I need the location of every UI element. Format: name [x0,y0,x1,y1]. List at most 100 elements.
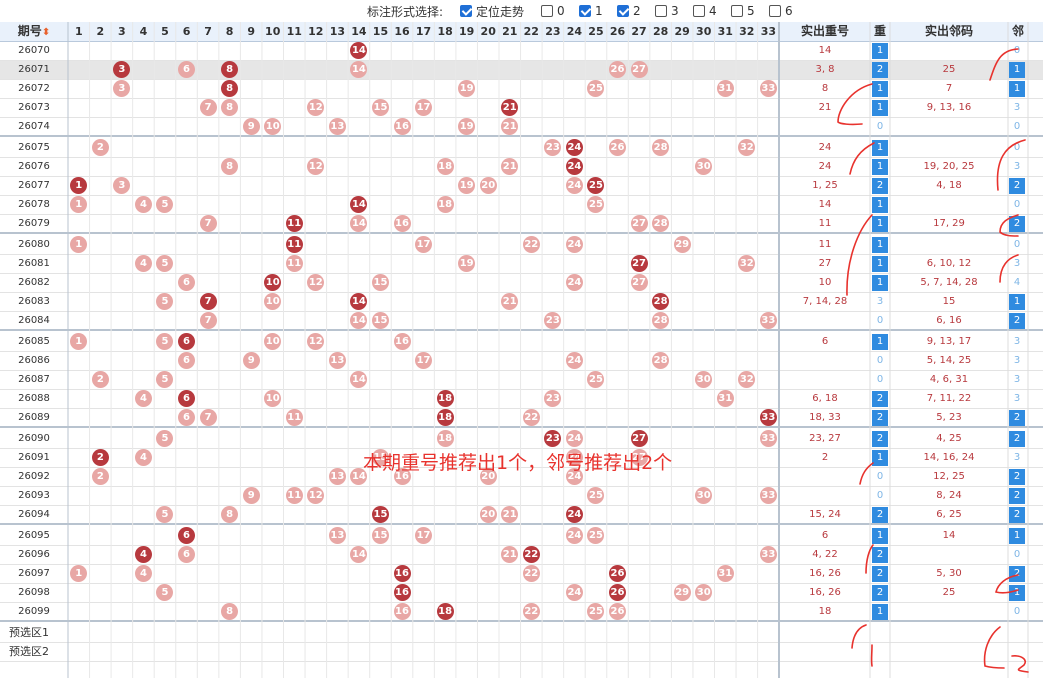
checkbox-icon[interactable] [769,5,781,17]
option-trend[interactable]: 定位走势 [460,3,524,19]
repeat-count-box: 1 [872,604,888,620]
number-header-24: 24 [566,25,583,38]
period-cell: 26095 [18,530,50,541]
neighbor-count-box: 1 [1009,528,1025,544]
neighbor-out-cell: 7 [945,83,953,94]
neighbor-out-cell: 25 [942,587,956,598]
number-ball: 5 [156,293,174,310]
option-2-label: 2 [633,4,641,18]
neighbor-out-cell [890,118,1008,136]
neighbor-count-box: 0 [1013,142,1021,153]
option-1-label: 1 [595,4,603,18]
number-ball: 25 [587,371,605,388]
number-ball: 11 [285,236,303,253]
period-cell: 26089 [18,412,50,423]
number-ball: 4 [134,546,152,563]
neighbor-out-cell: 6, 10, 12 [926,258,972,269]
neighbor-out-cell: 6, 25 [936,509,962,520]
number-ball: 26 [609,139,627,156]
option-4[interactable]: 4 [693,3,717,19]
repeat-count-box: 2 [872,566,888,582]
repeat-count-box: 2 [872,585,888,601]
number-ball: 8 [221,506,239,523]
neighbor-out-cell: 4, 18 [936,180,962,191]
option-3[interactable]: 3 [655,3,679,19]
option-5[interactable]: 5 [731,3,755,19]
number-ball: 24 [565,158,583,175]
repeat-count-box: 0 [876,121,884,132]
repeat-out-cell [780,468,870,486]
period-cell: 26088 [18,393,50,404]
number-header-5: 5 [161,25,169,38]
neighbor-out-cell [890,139,1008,157]
number-ball: 18 [436,196,454,213]
option-6[interactable]: 6 [769,3,793,19]
repeat-out-cell: 4, 22 [812,549,838,560]
option-2[interactable]: 2 [617,3,641,19]
number-header-21: 21 [502,25,518,38]
checkbox-checked-icon[interactable] [579,5,591,17]
number-ball: 16 [393,118,411,135]
number-ball: 33 [759,409,777,426]
number-ball: 18 [436,158,454,175]
table-row: 26095 6 13 15 17 24 25 6 1 14 1 [0,527,1043,546]
option-1[interactable]: 1 [579,3,603,19]
table-row: 26088 4 6 10 18 23 31 6, 18 2 7, 11, 22 3 [0,390,1043,409]
table-header: 期号⬍ 1 2 3 4 5 6 7 8 9 10 11 12 13 14 15 16 17 18 19 20 21 22 2… [0,22,1043,42]
neighbor-out-cell: 14, 16, 24 [923,452,975,463]
preset-row[interactable]: 预选区1 [0,624,1043,643]
number-ball: 12 [307,333,325,350]
table-row: 26082 6 10 12 15 24 27 10 1 5, 7, 14, 28 4 [0,274,1043,293]
repeat-out-cell: 7, 14, 28 [802,296,848,307]
sort-arrows-icon[interactable]: ⬍ [42,27,50,38]
option-0[interactable]: 0 [541,3,565,19]
repeat-out-cell: 6 [821,336,829,347]
number-ball: 10 [264,333,282,350]
number-header-7: 7 [204,25,212,38]
number-ball: 13 [328,468,346,485]
preset-label: 预选区1 [9,626,49,639]
checkbox-checked-icon[interactable] [460,5,472,17]
number-ball: 30 [695,371,713,388]
period-cell: 26091 [18,452,50,463]
marking-options-bar: 标注形式选择: 定位走势 0 1 2 3 4 5 6 [0,0,1043,22]
repeat-out-cell: 10 [818,277,832,288]
repeat-count-box: 0 [876,374,884,385]
checkbox-icon[interactable] [541,5,553,17]
number-ball: 19 [458,255,476,272]
neighbor-out-cell: 14 [942,530,956,541]
number-ball: 21 [501,118,519,135]
repeat-count-box: 2 [872,178,888,194]
repeat-count-box: 0 [876,471,884,482]
number-ball: 24 [565,527,583,544]
number-ball: 14 [350,546,368,563]
neighbor-out-cell: 5, 30 [936,568,962,579]
period-cell: 26087 [18,374,50,385]
number-header-4: 4 [139,25,148,38]
checkbox-icon[interactable] [731,5,743,17]
number-header-6: 6 [182,25,191,38]
period-header[interactable]: 期号⬍ [0,22,68,41]
number-ball: 20 [479,506,497,523]
number-ball: 21 [501,158,519,175]
neighbor-out-cell: 15 [942,296,956,307]
checkbox-icon[interactable] [655,5,667,17]
neighbor-count-box: 0 [1013,121,1021,132]
table-row: 26073 7 8 12 15 17 21 21 1 9, 13, 16 3 [0,99,1043,118]
period-cell: 26077 [18,180,50,191]
number-ball: 20 [479,177,497,194]
period-cell: 26084 [18,315,50,326]
number-ball: 14 [350,42,368,59]
checkbox-checked-icon[interactable] [617,5,629,17]
number-header-22: 22 [523,25,539,38]
preset-label: 预选区2 [9,645,49,658]
number-ball: 5 [156,371,174,388]
checkbox-icon[interactable] [693,5,705,17]
neighbor-count-box: 3 [1013,374,1021,385]
repeat-count-box: 1 [872,43,888,59]
preset-row[interactable]: 预选区2 [0,643,1043,662]
repeat-count-box: 1 [872,528,888,544]
number-ball: 22 [522,546,540,563]
repeat-out-cell: 27 [818,258,832,269]
number-ball: 10 [264,118,282,135]
